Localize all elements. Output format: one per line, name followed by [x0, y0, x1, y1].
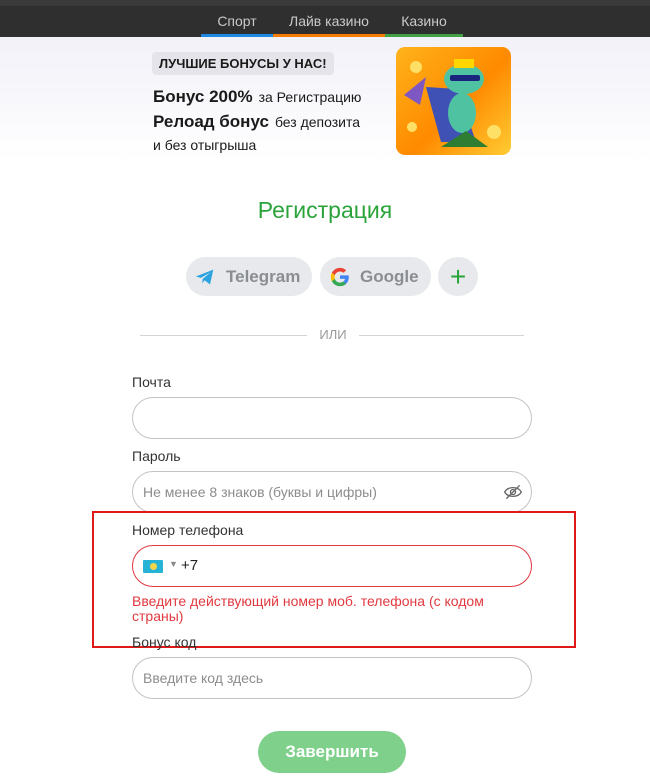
bonus-code-input[interactable]	[143, 658, 503, 698]
page-title: Регистрация	[257, 197, 393, 223]
promo-reload-title: Релоад бонус	[153, 112, 269, 131]
tab-label: Лайв казино	[289, 13, 369, 29]
submit-button[interactable]: Завершить	[258, 731, 406, 773]
telegram-login-button[interactable]: Telegram	[186, 257, 312, 296]
divider-left	[140, 335, 307, 336]
kazakhstan-flag-icon[interactable]	[143, 560, 163, 573]
email-label: Почта	[132, 374, 171, 390]
tab-sport[interactable]: Спорт	[201, 6, 273, 37]
promo-reload-text: без депозита	[274, 114, 361, 130]
promo-bonus-text: за Регистрацию	[258, 89, 362, 105]
password-field[interactable]	[143, 472, 503, 512]
tab-label: Спорт	[217, 13, 257, 29]
eye-off-icon[interactable]	[503, 483, 523, 501]
main-nav: Спорт Лайв казино Казино	[0, 6, 650, 37]
promo-badge: ЛУЧШИЕ БОНУСЫ У НАС!	[152, 52, 334, 75]
promo-bonus-amount: Бонус 200%	[153, 87, 253, 106]
tab-casino[interactable]: Казино	[385, 6, 463, 37]
google-login-button[interactable]: Google	[320, 257, 431, 296]
chevron-down-icon[interactable]: ▼	[169, 559, 178, 569]
email-field[interactable]	[143, 398, 503, 438]
phone-field[interactable]: ▼ +7	[132, 545, 532, 587]
google-label: Google	[360, 267, 419, 286]
phone-error-message: Введите действующий номер моб. телефона …	[132, 593, 484, 624]
more-login-options-button[interactable]: +	[438, 257, 478, 296]
password-label: Пароль	[132, 448, 181, 464]
promo-mascot-image	[396, 47, 511, 155]
bonus-code-wrapper	[132, 657, 532, 699]
bonus-code-label: Бонус код	[132, 634, 197, 650]
promo-line-1: Бонус 200% за Регистрацию	[153, 87, 361, 107]
email-field-wrapper	[132, 397, 532, 439]
google-icon	[330, 267, 349, 287]
promo-banner[interactable]: ЛУЧШИЕ БОНУСЫ У НАС! Бонус 200% за Регист…	[0, 37, 650, 161]
tab-label: Казино	[401, 13, 447, 29]
promo-line-2: Релоад бонус без депозита	[153, 112, 360, 132]
tab-live-casino[interactable]: Лайв казино	[273, 6, 385, 37]
telegram-icon	[195, 269, 214, 285]
plus-icon: +	[449, 261, 467, 292]
telegram-label: Telegram	[226, 267, 301, 286]
promo-line-3: и без отыгрыша	[153, 137, 257, 153]
password-field-wrapper	[132, 471, 532, 513]
phone-label: Номер телефона	[132, 522, 244, 538]
divider-right	[359, 335, 524, 336]
divider-text: ИЛИ	[319, 327, 347, 342]
phone-code: +7	[181, 557, 199, 574]
